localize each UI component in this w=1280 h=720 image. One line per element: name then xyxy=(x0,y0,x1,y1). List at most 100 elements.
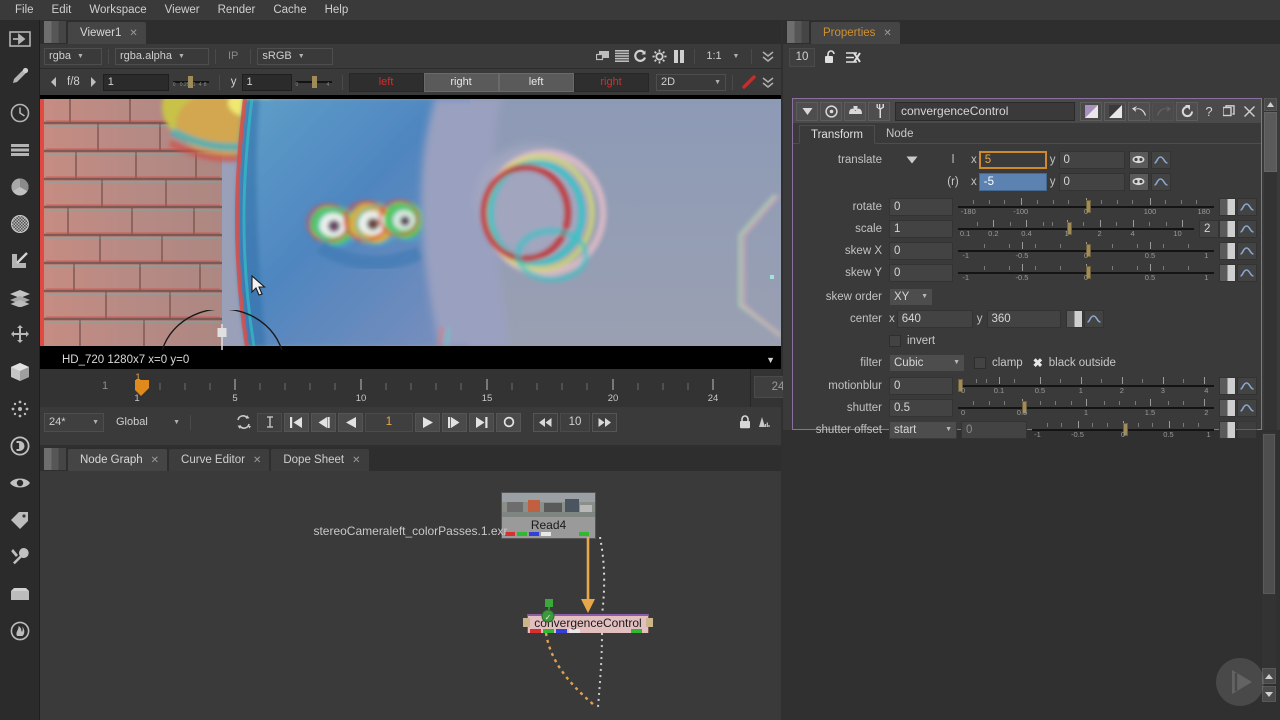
gain-input[interactable]: 1 xyxy=(102,73,169,91)
translate-y-right-input[interactable]: 0 xyxy=(1058,172,1125,191)
stereo-view-left[interactable]: left xyxy=(498,72,574,92)
menu-item-edit[interactable]: Edit xyxy=(43,2,81,18)
fps-select[interactable]: 24* ▼ xyxy=(44,412,104,432)
gamma-input[interactable]: 1 xyxy=(241,73,292,91)
mask-icon[interactable] xyxy=(844,101,866,121)
tab-transform[interactable]: Transform xyxy=(799,125,875,144)
close-icon[interactable]: ✕ xyxy=(352,455,360,466)
filter-icon[interactable] xyxy=(0,205,40,242)
layer-select[interactable]: rgba.alpha ▼ xyxy=(115,47,209,65)
menu-item-help[interactable]: Help xyxy=(316,2,358,18)
node-name-input[interactable]: convergenceControl xyxy=(895,101,1075,121)
current-frame-input[interactable]: 1 xyxy=(365,412,413,432)
color-icon[interactable] xyxy=(0,168,40,205)
shutter-input[interactable]: 0.5 xyxy=(889,398,953,417)
view-mode-select[interactable]: 2D ▼ xyxy=(656,73,726,91)
toolsets-icon[interactable] xyxy=(0,575,40,612)
gain-increase-icon[interactable] xyxy=(84,73,103,92)
next-frame-icon[interactable] xyxy=(442,412,467,432)
channel-icon[interactable] xyxy=(0,131,40,168)
skew-y-slider[interactable]: -1 -0.5 0 0.5 1 xyxy=(958,263,1214,282)
scale-input[interactable]: 1 xyxy=(889,219,953,238)
prev-keyframe-icon[interactable] xyxy=(311,412,336,432)
play-forward-icon[interactable] xyxy=(415,412,440,432)
node-color-icon[interactable] xyxy=(1080,101,1102,121)
float-icon[interactable] xyxy=(1220,102,1238,121)
draw-icon[interactable] xyxy=(0,57,40,94)
monitor-out-icon[interactable] xyxy=(593,47,612,66)
menu-item-viewer[interactable]: Viewer xyxy=(156,2,209,18)
loop-mode-icon[interactable] xyxy=(496,412,521,432)
translate-curve-icon-r[interactable] xyxy=(1150,172,1171,191)
sync-select[interactable]: Global ▼ xyxy=(112,413,184,432)
transform-icon[interactable] xyxy=(0,316,40,353)
revert-icon[interactable] xyxy=(1176,101,1198,121)
center-y-input[interactable]: 360 xyxy=(986,309,1061,328)
timeline[interactable]: 1 1 5 10 15 20 24 1 24 xyxy=(40,369,821,407)
gamma-slider[interactable]: 04 xyxy=(295,75,332,89)
shutter-anim-icon[interactable] xyxy=(1219,398,1236,417)
skew-order-select[interactable]: XY ▼ xyxy=(889,287,933,306)
expand-toolbar-icon[interactable] xyxy=(758,47,777,66)
lock-icon[interactable] xyxy=(735,413,754,432)
shutter-offset-select[interactable]: start ▼ xyxy=(889,420,957,439)
close-icon[interactable]: ✕ xyxy=(151,455,159,466)
close-icon[interactable]: ✕ xyxy=(883,28,891,39)
skew-x-curve-icon[interactable] xyxy=(1237,241,1257,260)
motionblur-anim-icon[interactable] xyxy=(1219,376,1236,395)
wrench-icon[interactable] xyxy=(868,101,890,121)
undo-icon[interactable] xyxy=(1128,101,1150,121)
last-frame-icon[interactable] xyxy=(469,412,494,432)
scale-anim-icon[interactable] xyxy=(1219,219,1236,238)
shutter-curve-icon[interactable] xyxy=(1237,398,1257,417)
center-anim-icon[interactable] xyxy=(1065,309,1083,328)
tab-node-graph[interactable]: Node Graph ✕ xyxy=(68,449,168,471)
roi-icon[interactable] xyxy=(612,47,631,66)
gamma-wheel-icon[interactable] xyxy=(650,47,669,66)
translate-y-left-input[interactable]: 0 xyxy=(1058,150,1125,169)
color-wheel-icon[interactable] xyxy=(820,101,842,121)
translate-curve-icon[interactable] xyxy=(1150,150,1171,169)
collapse-arrow-icon[interactable] xyxy=(796,101,818,121)
tab-dope-sheet[interactable]: Dope Sheet ✕ xyxy=(271,449,369,471)
chevron-down-icon[interactable]: ▼ xyxy=(766,355,775,365)
max-panels-input[interactable]: 10 xyxy=(789,47,815,67)
prev-frame-icon[interactable] xyxy=(338,412,363,432)
properties-scrollbar[interactable] xyxy=(1264,98,1277,430)
ip-toggle[interactable]: IP xyxy=(222,50,244,62)
gamma-swatch-icon[interactable] xyxy=(1104,101,1126,121)
invert-checkbox[interactable] xyxy=(889,334,901,347)
shutter-offset-slider[interactable]: -1 -0.5 0 0.5 1 xyxy=(1032,420,1214,439)
scrollbar-thumb[interactable] xyxy=(1264,112,1277,172)
loop-icon[interactable] xyxy=(231,413,257,432)
panel-grip-icon[interactable] xyxy=(787,21,809,43)
expand-toolbar-icon[interactable] xyxy=(758,73,777,92)
black-outside-checkbox[interactable]: ✖ xyxy=(1033,356,1043,370)
step-forward-icon[interactable] xyxy=(592,412,617,432)
center-curve-icon[interactable] xyxy=(1083,309,1104,328)
audio-icon[interactable] xyxy=(754,413,773,432)
menu-item-file[interactable]: File xyxy=(6,2,43,18)
tab-node[interactable]: Node xyxy=(875,124,925,143)
viewer-image[interactable] xyxy=(40,95,781,350)
motionblur-curve-icon[interactable] xyxy=(1237,376,1257,395)
panel-grip-icon[interactable] xyxy=(44,21,66,43)
node-graph-canvas[interactable]: Read4 stereoCameraleft_colorPasses.1.exr xyxy=(40,471,781,718)
clear-all-icon[interactable] xyxy=(844,48,863,67)
skew-y-curve-icon[interactable] xyxy=(1237,263,1257,282)
rotate-slider[interactable]: -180 -100 0 100 180 xyxy=(958,197,1214,216)
wipe-icon[interactable] xyxy=(739,73,758,92)
step-back-icon[interactable] xyxy=(533,412,558,432)
center-x-input[interactable]: 640 xyxy=(896,309,973,328)
motionblur-slider[interactable]: 0 0.1 0.5 1 2 3 4 xyxy=(958,376,1214,395)
rotate-input[interactable]: 0 xyxy=(889,197,953,216)
image-icon[interactable] xyxy=(0,20,40,57)
translate-animation-menu[interactable] xyxy=(889,156,935,164)
translate-x-right-input[interactable]: -5 xyxy=(978,172,1047,191)
stereo-view-left-off[interactable]: left xyxy=(348,72,424,92)
3d-icon[interactable] xyxy=(0,353,40,390)
skew-y-input[interactable]: 0 xyxy=(889,263,953,282)
panel-grip-icon[interactable] xyxy=(44,448,66,470)
time-icon[interactable] xyxy=(0,94,40,131)
tab-curve-editor[interactable]: Curve Editor ✕ xyxy=(169,449,270,471)
